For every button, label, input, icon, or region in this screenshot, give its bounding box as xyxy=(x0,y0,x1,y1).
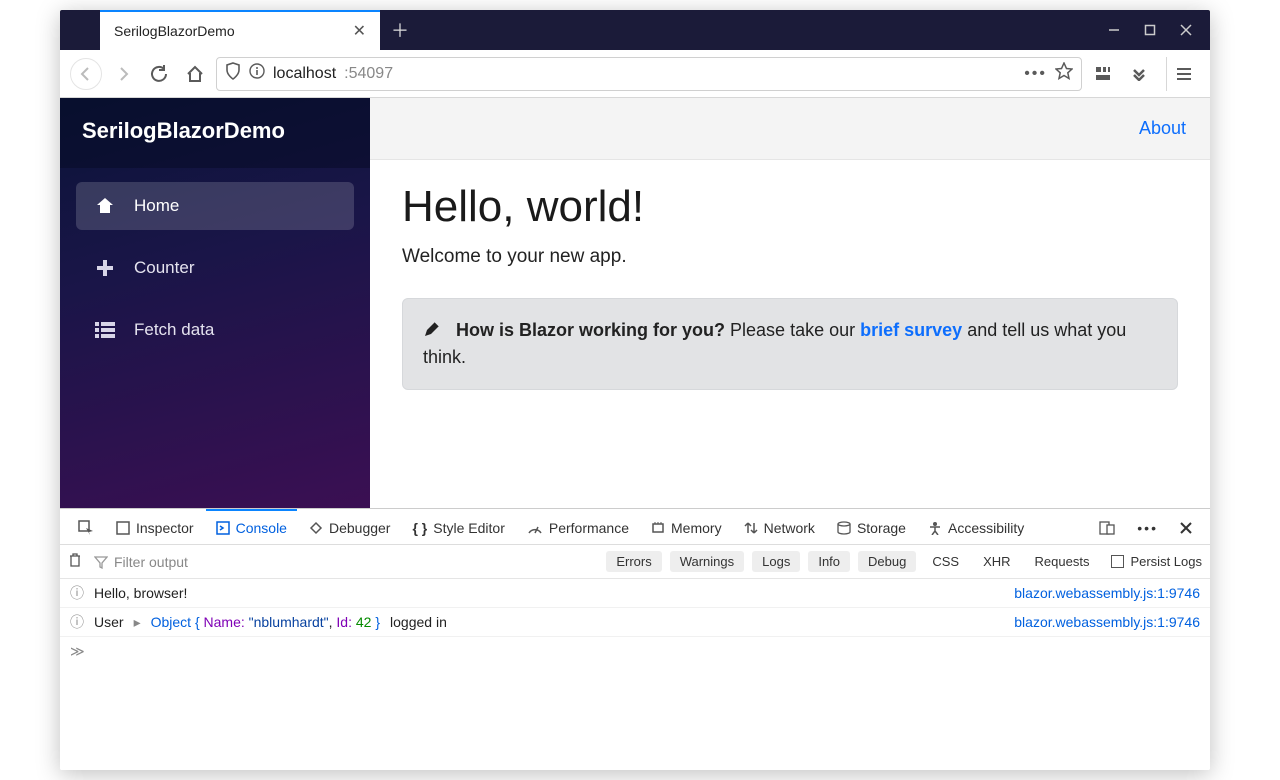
log-suffix: logged in xyxy=(390,614,447,630)
console-prompt[interactable]: ≫ xyxy=(60,637,1210,666)
nav: Home Counter Fetch data xyxy=(60,168,370,368)
survey-link[interactable]: brief survey xyxy=(860,320,962,340)
alert-strong: How is Blazor working for you? xyxy=(456,320,725,340)
home-button[interactable] xyxy=(180,59,210,89)
page-content: SerilogBlazorDemo Home Counter Fetch dat… xyxy=(60,98,1210,508)
forward-button[interactable] xyxy=(108,59,138,89)
tab-debugger[interactable]: Debugger xyxy=(299,509,401,544)
tab-strip: SerilogBlazorDemo ✕ ＋ xyxy=(60,10,420,50)
overflow-icon[interactable] xyxy=(1124,59,1154,89)
tab-console[interactable]: Console xyxy=(206,509,297,544)
address-bar[interactable]: localhost :54097 ••• xyxy=(216,57,1082,91)
log-row: ⓘ Hello, browser! blazor.webassembly.js:… xyxy=(60,579,1210,608)
toolbar: localhost :54097 ••• xyxy=(60,50,1210,98)
log-message: Hello, browser! xyxy=(94,585,187,601)
tab-network[interactable]: Network xyxy=(734,509,825,544)
filter-info[interactable]: Info xyxy=(808,551,850,572)
topbar: About xyxy=(370,98,1210,160)
brand: SerilogBlazorDemo xyxy=(60,98,370,168)
url-port: :54097 xyxy=(344,65,393,83)
list-icon xyxy=(94,322,116,338)
log-object[interactable]: Object { Name: "nblumhardt", Id: 42 } xyxy=(151,614,380,630)
alert-text1: Please take our xyxy=(725,320,860,340)
minimize-icon[interactable] xyxy=(1108,24,1120,36)
nav-item-fetchdata[interactable]: Fetch data xyxy=(76,306,354,354)
devtools-picker-icon[interactable] xyxy=(68,509,104,544)
filter-errors[interactable]: Errors xyxy=(606,551,661,572)
about-link[interactable]: About xyxy=(1139,118,1186,139)
expand-icon[interactable]: ▸ xyxy=(134,614,141,631)
nav-item-counter[interactable]: Counter xyxy=(76,244,354,292)
trash-icon[interactable] xyxy=(68,552,82,571)
filter-logs[interactable]: Logs xyxy=(752,551,800,572)
devtools: Inspector Console Debugger { }Style Edit… xyxy=(60,508,1210,770)
nav-label: Counter xyxy=(134,258,194,278)
new-tab-button[interactable]: ＋ xyxy=(380,10,420,50)
tab-title: SerilogBlazorDemo xyxy=(114,23,235,39)
log-prefix: User xyxy=(94,614,124,630)
back-button[interactable] xyxy=(70,58,102,90)
tab-memory[interactable]: Memory xyxy=(641,509,732,544)
page-heading: Hello, world! xyxy=(402,182,1178,232)
filter-warnings[interactable]: Warnings xyxy=(670,551,744,572)
tab-performance[interactable]: Performance xyxy=(517,509,639,544)
tab-storage[interactable]: Storage xyxy=(827,509,916,544)
maximize-icon[interactable] xyxy=(1144,24,1156,36)
info-icon: ⓘ xyxy=(70,612,84,632)
titlebar: SerilogBlazorDemo ✕ ＋ xyxy=(60,10,1210,50)
filter-requests[interactable]: Requests xyxy=(1027,551,1098,572)
library-icon[interactable] xyxy=(1088,59,1118,89)
devtools-filterbar: Filter output Errors Warnings Logs Info … xyxy=(60,545,1210,579)
close-window-icon[interactable] xyxy=(1180,24,1192,36)
funnel-icon xyxy=(94,555,108,569)
survey-alert: How is Blazor working for you? Please ta… xyxy=(402,298,1178,390)
log-source-link[interactable]: blazor.webassembly.js:1:9746 xyxy=(1014,614,1200,630)
filter-debug[interactable]: Debug xyxy=(858,551,916,572)
console-log: ⓘ Hello, browser! blazor.webassembly.js:… xyxy=(60,579,1210,770)
info-icon: ⓘ xyxy=(70,583,84,603)
browser-tab[interactable]: SerilogBlazorDemo ✕ xyxy=(100,10,380,50)
body: Hello, world! Welcome to your new app. H… xyxy=(370,160,1210,412)
home-icon xyxy=(94,196,116,216)
nav-label: Fetch data xyxy=(134,320,214,340)
main: About Hello, world! Welcome to your new … xyxy=(370,98,1210,508)
log-source-link[interactable]: blazor.webassembly.js:1:9746 xyxy=(1014,585,1200,601)
devtools-more-icon[interactable]: ••• xyxy=(1127,509,1168,544)
browser-window: SerilogBlazorDemo ✕ ＋ localhost:540 xyxy=(60,10,1210,770)
filter-css[interactable]: CSS xyxy=(924,551,967,572)
tab-style-editor[interactable]: { }Style Editor xyxy=(402,509,514,544)
nav-label: Home xyxy=(134,196,179,216)
menu-button[interactable] xyxy=(1166,57,1200,91)
window-controls xyxy=(1108,10,1210,50)
page-actions-icon[interactable]: ••• xyxy=(1024,65,1047,83)
url-host: localhost xyxy=(273,65,336,83)
filter-input[interactable]: Filter output xyxy=(90,554,598,570)
sidebar: SerilogBlazorDemo Home Counter Fetch dat… xyxy=(60,98,370,508)
plus-icon xyxy=(94,259,116,277)
bookmark-icon[interactable] xyxy=(1055,62,1073,85)
pencil-icon xyxy=(423,320,441,338)
close-tab-icon[interactable]: ✕ xyxy=(353,21,366,41)
devtools-close-icon[interactable] xyxy=(1170,509,1202,544)
tab-accessibility[interactable]: Accessibility xyxy=(918,509,1034,544)
persist-logs-toggle[interactable]: Persist Logs xyxy=(1111,554,1202,569)
filter-xhr[interactable]: XHR xyxy=(975,551,1018,572)
log-row: ⓘ User ▸ Object { Name: "nblumhardt", Id… xyxy=(60,608,1210,637)
nav-item-home[interactable]: Home xyxy=(76,182,354,230)
shield-icon[interactable] xyxy=(225,62,241,85)
devtools-tabbar: Inspector Console Debugger { }Style Edit… xyxy=(60,509,1210,545)
responsive-mode-icon[interactable] xyxy=(1089,509,1125,544)
info-icon[interactable] xyxy=(249,63,265,84)
tab-inspector[interactable]: Inspector xyxy=(106,509,204,544)
reload-button[interactable] xyxy=(144,59,174,89)
page-lead: Welcome to your new app. xyxy=(402,246,1178,268)
